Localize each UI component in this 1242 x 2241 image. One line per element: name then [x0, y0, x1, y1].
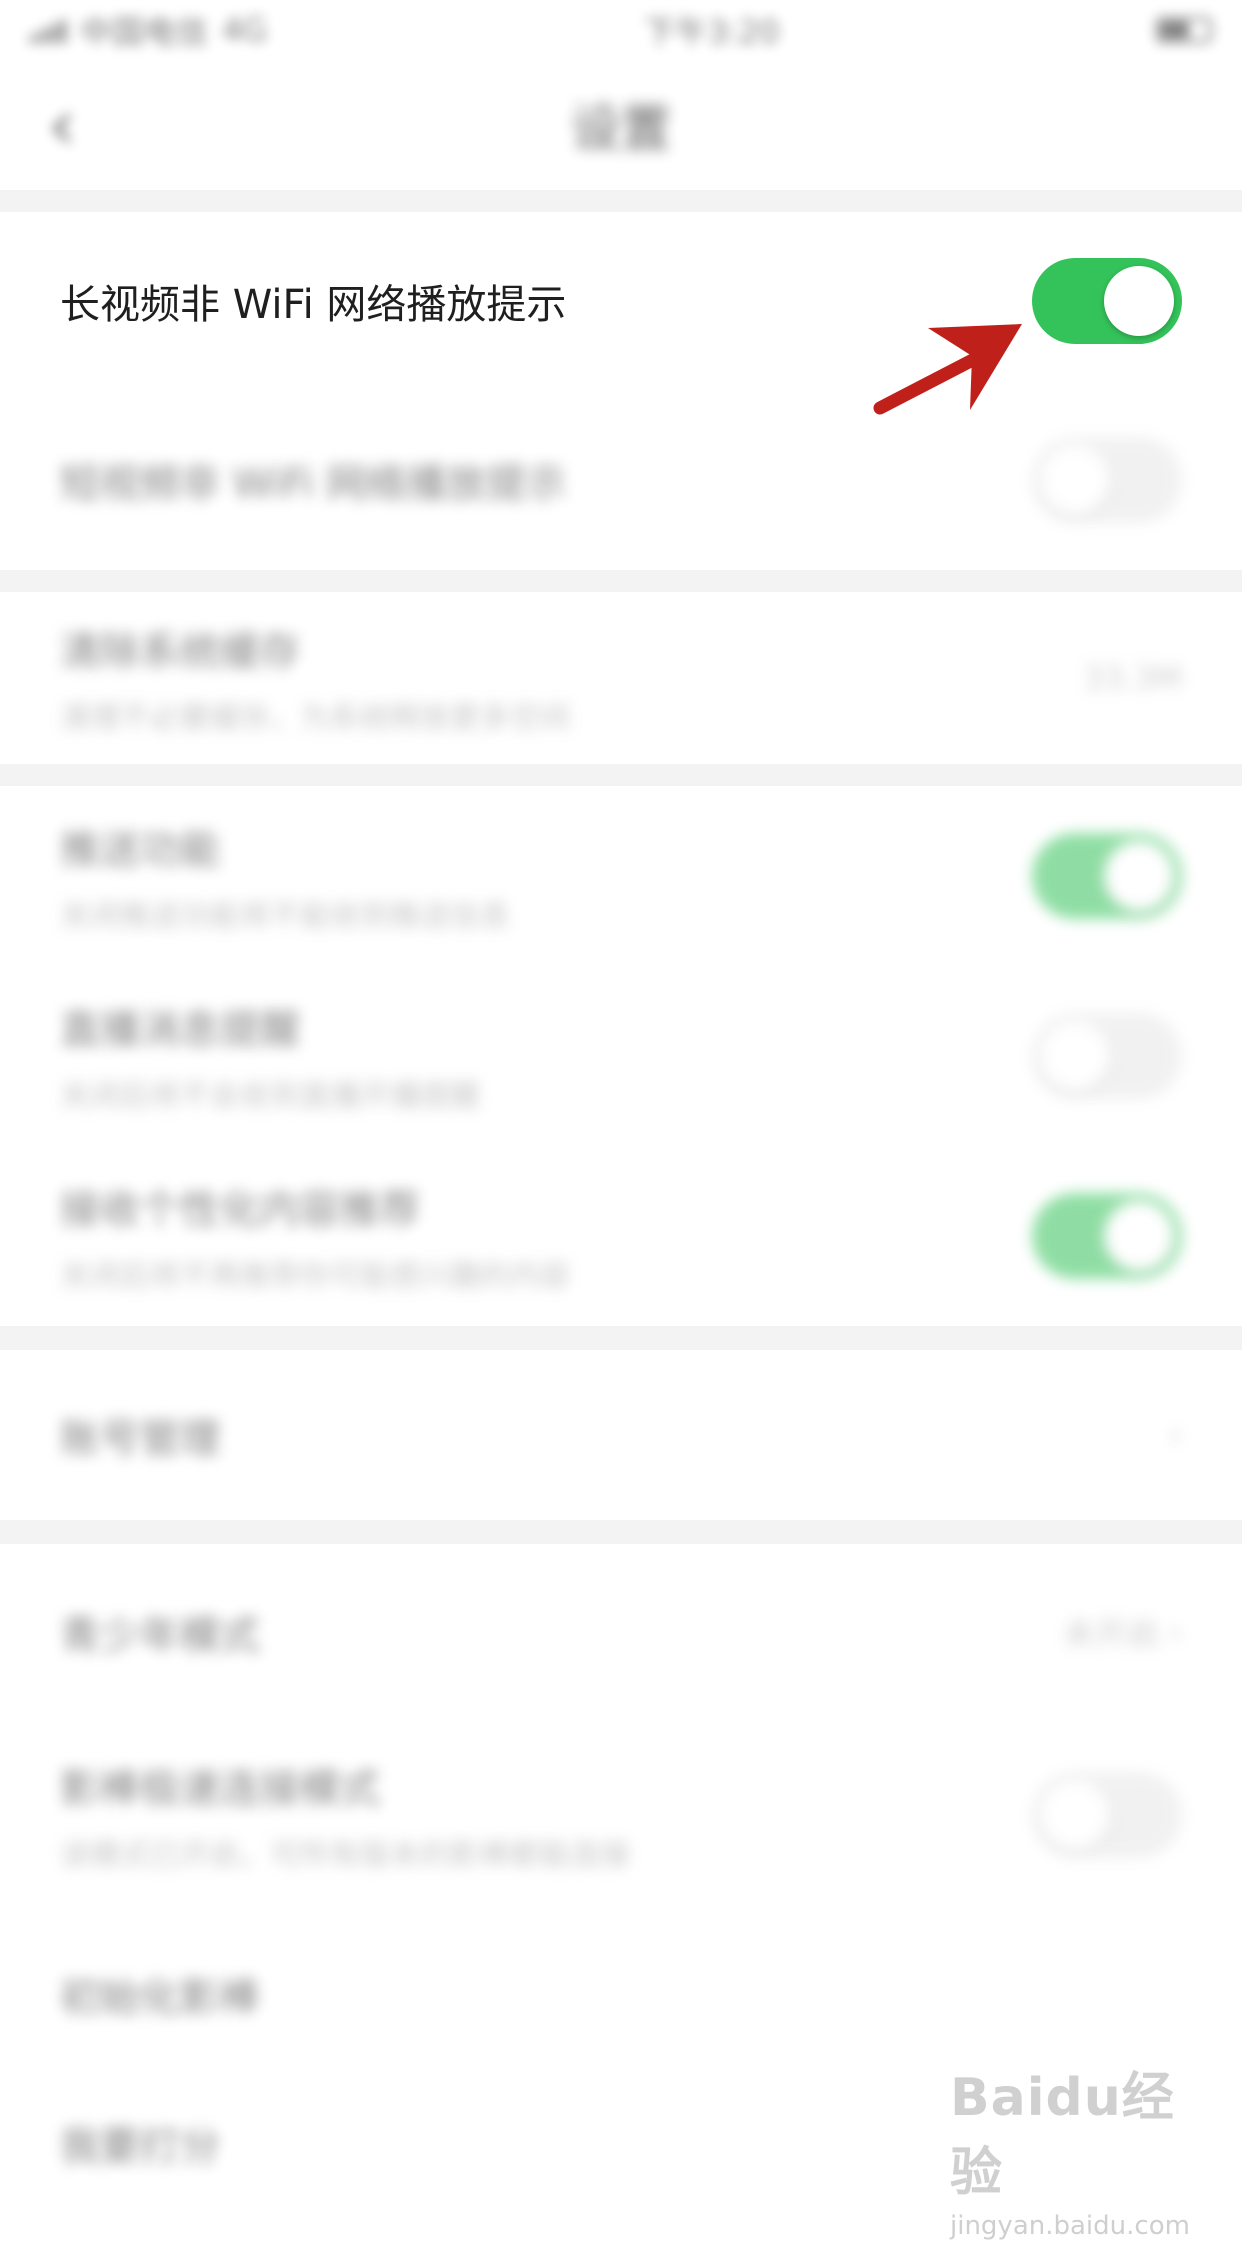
teen-mode-value: 未开启 ›: [1063, 1609, 1182, 1655]
arrow-head: [928, 324, 1022, 410]
setting-texts: 推送功能 关闭推送功能将不能收到推送信息: [60, 817, 510, 935]
setting-init-device[interactable]: 初始化影棒: [0, 1910, 1242, 2078]
setting-label: 影棒极速连接模式: [60, 1766, 380, 1812]
status-time: 下午3:20: [643, 13, 780, 51]
setting-sub: 关闭推送功能将不能收到推送信息: [60, 899, 510, 934]
setting-live-reminder: 直播消息提醒 关闭后将不会收到直播开播提醒: [0, 966, 1242, 1146]
setting-long-video-prompt: 长视频非 WiFi 网络播放提示: [0, 212, 1242, 390]
setting-label: 接收个性化内容推荐: [60, 1187, 420, 1233]
nav-bar: ‹ 设置: [0, 60, 1242, 191]
status-left: 中国电信 4G: [30, 7, 267, 53]
setting-label: 长视频非 WiFi 网络播放提示: [60, 282, 567, 328]
network-label: 4G: [222, 11, 268, 49]
setting-short-video-prompt: 短视频非 WiFi 网络播放提示: [0, 390, 1242, 570]
watermark-logo: Baidu经验: [950, 2068, 1175, 2203]
setting-label: 直播消息提醒: [60, 1007, 300, 1053]
setting-texts: 直播消息提醒 关闭后将不会收到直播开播提醒: [60, 997, 480, 1115]
signal-icon: [30, 17, 66, 43]
setting-label: 青少年模式: [60, 1613, 260, 1659]
toggle-knob: [1040, 445, 1110, 515]
chevron-right-icon: ›: [1169, 1416, 1182, 1454]
setting-sub: 关闭后将不再推荐你可能感兴趣的内容: [60, 1259, 570, 1294]
teen-mode-status: 未开启: [1063, 1615, 1160, 1653]
setting-account[interactable]: 账号管理 ›: [0, 1350, 1242, 1520]
personalized-toggle[interactable]: [1032, 1193, 1182, 1279]
long-video-prompt-toggle[interactable]: [1032, 258, 1182, 344]
section-divider: [0, 1326, 1242, 1350]
status-bar: 中国电信 4G 下午3:20: [0, 0, 1242, 60]
setting-teen-mode[interactable]: 青少年模式 未开启 ›: [0, 1544, 1242, 1720]
fast-connect-toggle[interactable]: [1032, 1772, 1182, 1858]
setting-sub: 该模式已开启，可所有版本的影棒都能连接: [60, 1838, 630, 1873]
battery-icon: [1155, 17, 1212, 43]
toggle-knob: [1040, 1021, 1110, 1091]
watermark-url: jingyan.baidu.com: [950, 2211, 1190, 2241]
setting-clear-cache[interactable]: 清除系统缓存 清理不必要缓存，为系统释放更多空间 33.3M: [0, 592, 1242, 764]
toggle-knob: [1104, 841, 1174, 911]
section-divider: [0, 190, 1242, 212]
live-reminder-toggle[interactable]: [1032, 1013, 1182, 1099]
setting-label: 初始化影棒: [60, 1975, 260, 2021]
setting-texts: 接收个性化内容推荐 关闭后将不再推荐你可能感兴趣的内容: [60, 1177, 570, 1295]
short-video-prompt-toggle[interactable]: [1032, 437, 1182, 523]
setting-push: 推送功能 关闭推送功能将不能收到推送信息: [0, 786, 1242, 966]
baidu-watermark: Baidu经验 jingyan.baidu.com: [950, 2055, 1200, 2241]
annotation-arrow-icon: [873, 324, 1022, 415]
setting-sub: 清理不必要缓存，为系统释放更多空间: [60, 701, 570, 736]
setting-label: 短视频非 WiFi 网络播放提示: [60, 461, 567, 507]
setting-texts: 影棒极速连接模式 该模式已开启，可所有版本的影棒都能连接: [60, 1756, 630, 1874]
push-toggle[interactable]: [1032, 833, 1182, 919]
section-divider: [0, 1520, 1242, 1544]
setting-label: 账号管理: [60, 1416, 220, 1462]
setting-fast-connect: 影棒极速连接模式 该模式已开启，可所有版本的影棒都能连接: [0, 1720, 1242, 1910]
toggle-knob: [1104, 1201, 1174, 1271]
setting-label: 我要打分: [60, 2124, 220, 2170]
page-title: 设置: [571, 100, 671, 158]
setting-sub: 关闭后将不会收到直播开播提醒: [60, 1079, 480, 1114]
toggle-knob: [1104, 266, 1174, 336]
setting-label: 清除系统缓存: [60, 629, 300, 675]
setting-texts: 清除系统缓存 清理不必要缓存，为系统释放更多空间: [60, 619, 570, 737]
chevron-right-icon: ›: [1169, 1613, 1182, 1651]
section-divider: [0, 570, 1242, 592]
carrier-label: 中国电信: [80, 13, 209, 51]
setting-personalized: 接收个性化内容推荐 关闭后将不再推荐你可能感兴趣的内容: [0, 1146, 1242, 1326]
toggle-knob: [1040, 1780, 1110, 1850]
chevron-left-icon[interactable]: ‹: [48, 90, 76, 160]
setting-label: 推送功能: [60, 827, 220, 873]
cache-size-value: 33.3M: [1083, 659, 1182, 697]
section-divider: [0, 764, 1242, 786]
